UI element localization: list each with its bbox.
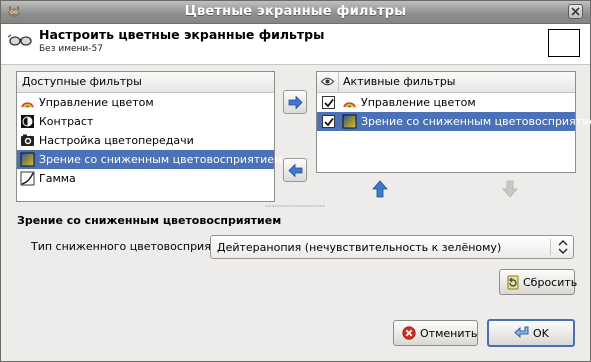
checkmark-icon xyxy=(324,117,334,127)
cancel-button[interactable]: Отменить xyxy=(393,320,478,346)
list-item-label: Зрение со сниженным цветовосприятием xyxy=(361,115,591,128)
list-item-label: Управление цветом xyxy=(39,96,154,109)
arrow-right-icon xyxy=(288,96,303,109)
available-item-contrast[interactable]: Контраст xyxy=(17,112,274,131)
close-icon xyxy=(571,7,580,16)
filter-enabled-checkbox[interactable] xyxy=(322,96,335,109)
filter-enabled-checkbox[interactable] xyxy=(322,115,335,128)
available-item-gamma[interactable]: Гамма xyxy=(17,169,274,188)
available-filters-header[interactable]: Доступные фильтры xyxy=(17,72,274,93)
available-filters-heading: Доступные фильтры xyxy=(22,75,142,88)
close-button[interactable] xyxy=(568,4,583,19)
chevron-updown-icon xyxy=(558,240,568,254)
color-management-icon xyxy=(21,102,34,108)
list-item-label: Управление цветом xyxy=(361,96,476,109)
color-proof-icon xyxy=(21,134,34,146)
dialog-header: Настроить цветные экранные фильтры Без и… xyxy=(1,24,590,65)
ok-button[interactable]: OK xyxy=(487,319,575,347)
color-deficient-icon xyxy=(342,114,357,129)
list-item-label: Гамма xyxy=(39,172,76,185)
add-filter-button[interactable] xyxy=(283,90,307,114)
deficiency-type-value: Дейтеранопия (нечувствительность к зелён… xyxy=(217,241,502,254)
title-bar[interactable]: Цветные экранные фильтры xyxy=(1,1,590,24)
deficiency-type-select[interactable]: Дейтеранопия (нечувствительность к зелён… xyxy=(210,235,574,259)
reset-icon xyxy=(507,275,519,290)
image-preview xyxy=(548,29,580,57)
eye-icon xyxy=(321,77,334,86)
ok-button-label: OK xyxy=(533,327,549,340)
active-filters-header[interactable]: Активные фильтры xyxy=(317,72,575,93)
contrast-icon xyxy=(21,115,34,128)
color-deficient-icon xyxy=(20,152,35,167)
filter-settings-title: Зрение со сниженным цветовосприятием xyxy=(17,214,282,227)
reset-button[interactable]: Сбросить xyxy=(499,269,578,295)
available-item-color-management[interactable]: Управление цветом xyxy=(17,93,274,112)
remove-filter-button[interactable] xyxy=(283,158,307,182)
gamma-icon xyxy=(20,171,35,186)
active-filters-list: Активные фильтры Управление цветом Зрени… xyxy=(316,71,591,173)
header-title: Настроить цветные экранные фильтры xyxy=(39,27,325,42)
available-filters-list: Доступные фильтры Управление цветом Конт… xyxy=(16,71,282,202)
reset-button-label: Сбросить xyxy=(523,276,578,289)
header-subtitle: Без имени-57 xyxy=(39,44,103,54)
deficiency-type-label: Тип сниженного цветовосприятия: xyxy=(31,240,235,253)
active-item-color-deficient[interactable]: Зрение со сниженным цветовосприятием xyxy=(317,112,591,131)
move-up-button[interactable] xyxy=(370,179,390,199)
available-item-color-deficient[interactable]: Зрение со сниженным цветовосприятием xyxy=(17,150,282,169)
dialog-window: Цветные экранные фильтры Настроить цветн… xyxy=(0,0,591,362)
combo-separator xyxy=(550,239,551,255)
list-item-label: Зрение со сниженным цветовосприятием xyxy=(39,153,283,166)
move-down-button[interactable] xyxy=(500,179,520,199)
available-item-color-proof[interactable]: Настройка цветопередачи xyxy=(17,131,274,150)
cancel-icon xyxy=(402,326,416,340)
active-item-color-management[interactable]: Управление цветом xyxy=(317,93,575,112)
enter-arrow-icon xyxy=(514,326,529,339)
glasses-icon xyxy=(7,34,32,46)
header-divider xyxy=(338,72,339,92)
checkmark-icon xyxy=(324,98,334,108)
cancel-button-label: Отменить xyxy=(420,327,478,340)
arrow-left-icon xyxy=(288,164,303,177)
active-filters-heading: Активные фильтры xyxy=(343,75,456,88)
color-management-icon xyxy=(343,102,356,108)
window-title: Цветные экранные фильтры xyxy=(184,4,407,19)
list-item-label: Настройка цветопередачи xyxy=(39,134,194,147)
list-item-label: Контраст xyxy=(39,115,94,128)
pane-resize-handle[interactable] xyxy=(265,205,325,207)
